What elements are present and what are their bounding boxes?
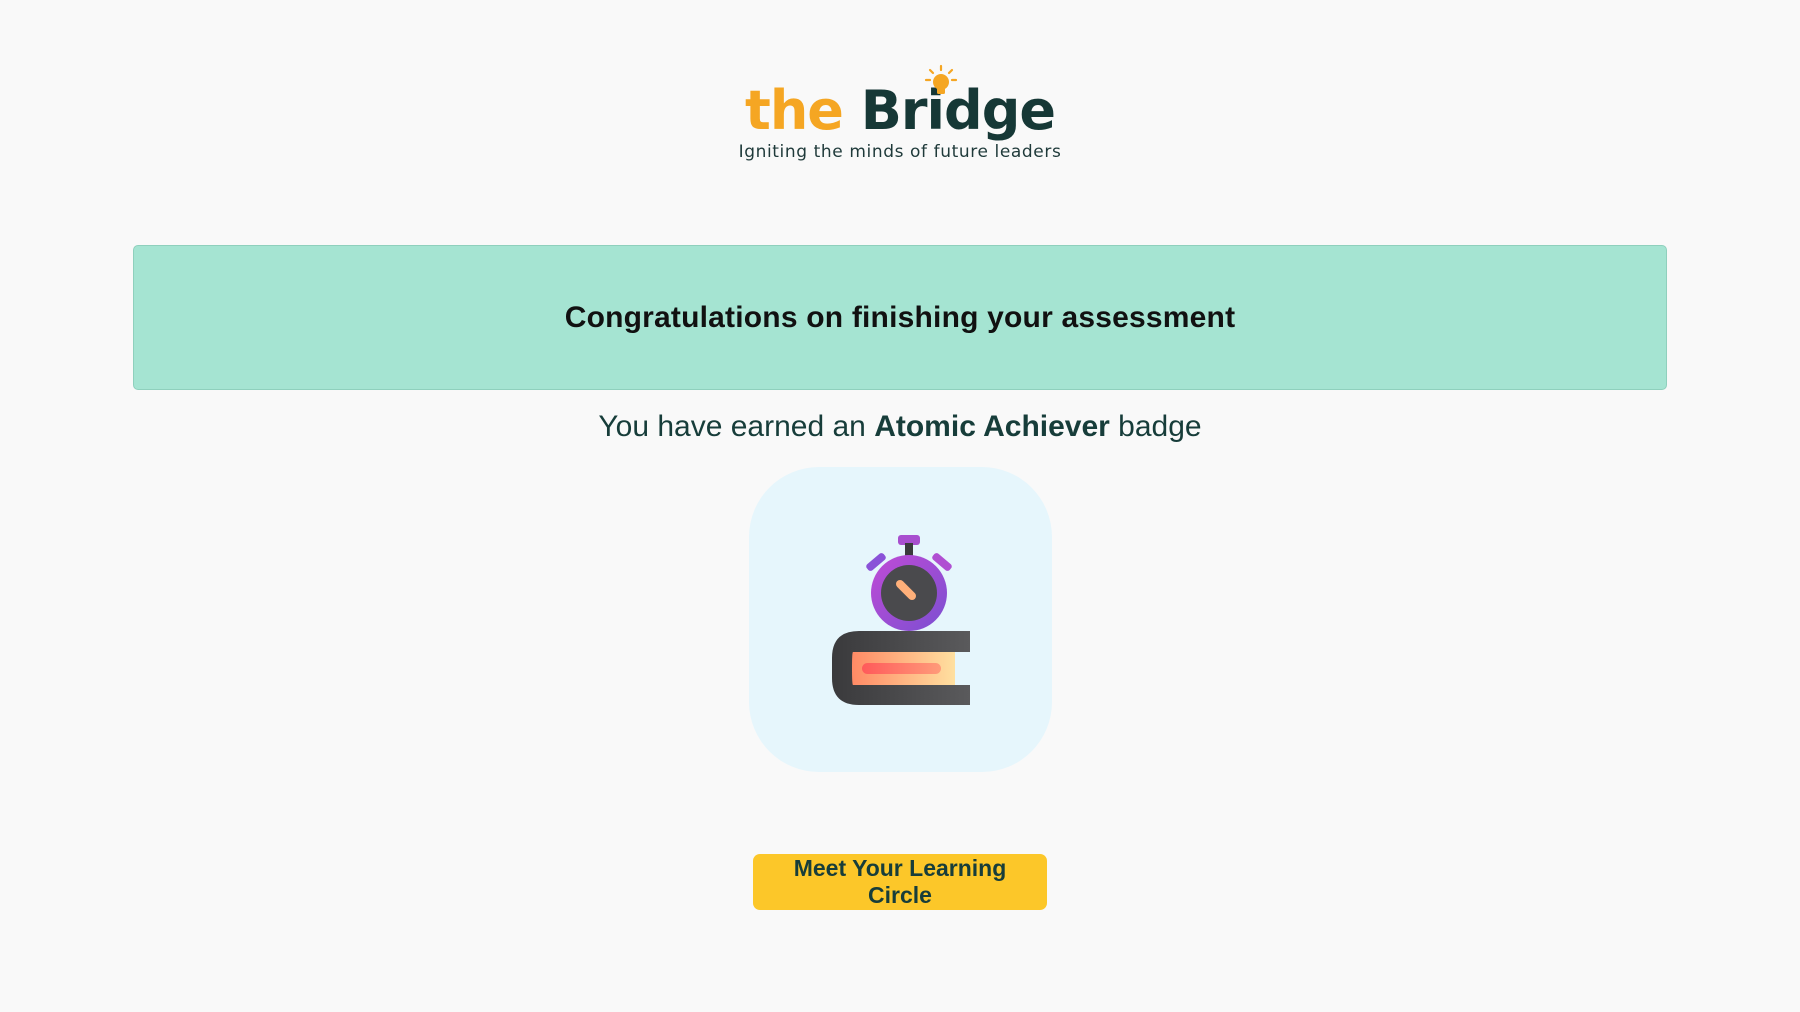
badge-earned-text: You have earned an Atomic Achiever badge [0,410,1800,444]
congratulations-banner: Congratulations on finishing your assess… [133,245,1667,390]
logo-wordmark: the Bridge [745,62,1056,142]
badge-card [749,467,1052,772]
stopwatch-on-book-icon [832,535,970,705]
brand-tagline: Igniting the minds of future leaders [738,142,1062,162]
badge-prefix: You have earned an [598,410,875,443]
badge-suffix: badge [1109,410,1202,443]
brand-logo: the Bridge Igniting the minds of future … [0,62,1800,162]
badge-name: Atomic Achiever [874,410,1110,443]
lightbulb-icon [924,64,958,94]
logo-the: the [745,79,844,142]
banner-message: Congratulations on finishing your assess… [564,300,1236,334]
meet-learning-circle-button[interactable]: Meet Your Learning Circle [753,854,1047,910]
